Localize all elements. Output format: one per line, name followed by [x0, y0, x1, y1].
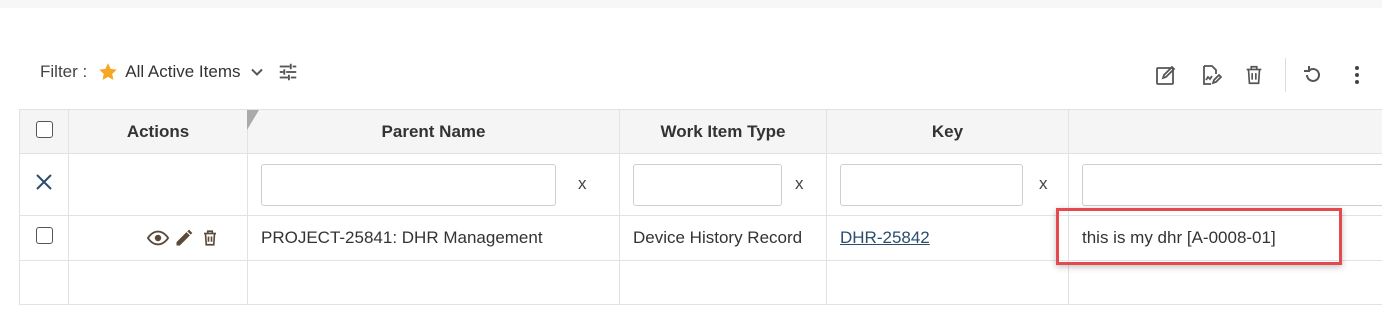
column-filter-row: x x x — [19, 153, 1382, 216]
refresh-icon[interactable] — [1300, 62, 1326, 88]
work-items-table: Actions Parent Name Work Item Type Key x… — [19, 109, 1382, 305]
parent-name-filter-clear[interactable]: x — [578, 174, 587, 194]
parent-name-cell: PROJECT-25841: DHR Management — [247, 215, 620, 261]
column-header-description[interactable] — [1068, 109, 1382, 154]
clear-filters-cell — [19, 153, 69, 216]
description-filter-cell — [1068, 153, 1382, 216]
parent-name-filter-cell: x — [247, 153, 620, 216]
column-resize-notch — [247, 110, 259, 130]
description-filter-input[interactable] — [1082, 164, 1382, 206]
close-icon[interactable] — [35, 173, 53, 191]
toolbar-divider — [1285, 58, 1286, 92]
empty-row — [19, 260, 1382, 305]
row-checkbox[interactable] — [35, 227, 53, 244]
work-item-type-filter-input[interactable] — [633, 164, 782, 206]
key-filter-clear[interactable]: x — [1039, 174, 1048, 194]
edit-square-icon[interactable] — [1153, 62, 1179, 88]
column-header-work-item-type[interactable]: Work Item Type — [619, 109, 827, 154]
work-item-type-filter-cell: x — [619, 153, 827, 216]
header-row: Actions Parent Name Work Item Type Key — [19, 109, 1382, 154]
more-vert-icon[interactable] — [1344, 62, 1370, 88]
edit-pencil-icon[interactable] — [173, 227, 195, 249]
work-item-type-cell: Device History Record — [619, 215, 827, 261]
highlight-box — [1056, 208, 1342, 265]
work-item-type-filter-clear[interactable]: x — [795, 174, 804, 194]
row-select-cell — [19, 215, 69, 261]
key-cell: DHR-25842 — [826, 215, 1069, 261]
parent-name-filter-input[interactable] — [261, 164, 556, 206]
row-actions-cell — [68, 215, 248, 261]
select-all-cell — [19, 109, 69, 154]
actions-filter-cell — [68, 153, 248, 216]
select-all-checkbox[interactable] — [35, 120, 53, 138]
delete-icon[interactable] — [1241, 62, 1267, 88]
column-header-key[interactable]: Key — [826, 109, 1069, 154]
filter-bar: Filter : All Active Items — [40, 60, 299, 84]
key-filter-cell: x — [826, 153, 1069, 216]
filter-label: Filter : — [40, 62, 88, 81]
edit-document-icon[interactable] — [1197, 62, 1223, 88]
filter-view-select[interactable]: All Active Items — [125, 62, 240, 82]
column-header-actions[interactable]: Actions — [68, 109, 248, 154]
key-filter-input[interactable] — [840, 164, 1023, 206]
chevron-down-icon[interactable] — [249, 64, 265, 80]
star-icon — [97, 61, 119, 83]
toolbar — [1153, 58, 1370, 92]
view-eye-icon[interactable] — [147, 227, 169, 249]
delete-icon[interactable] — [199, 227, 221, 249]
top-strip — [0, 0, 1382, 8]
key-link[interactable]: DHR-25842 — [840, 228, 930, 247]
column-header-parent-name[interactable]: Parent Name — [247, 109, 620, 154]
tune-icon[interactable] — [277, 61, 299, 83]
